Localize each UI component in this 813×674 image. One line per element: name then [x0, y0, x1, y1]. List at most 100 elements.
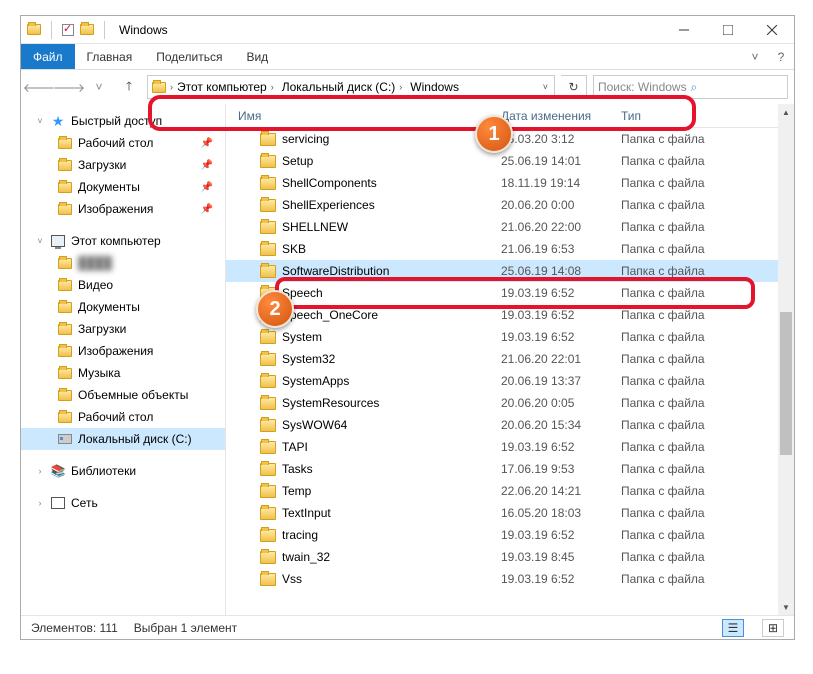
scroll-up-icon[interactable]: ▲	[778, 104, 794, 120]
details-view-button[interactable]: ☰	[722, 619, 744, 637]
file-date: 19.03.19 6:52	[501, 286, 621, 300]
sidebar-network[interactable]: › Сеть	[21, 492, 225, 514]
expand-caret-icon[interactable]: ˅	[35, 116, 45, 126]
file-name: SysWOW64	[282, 418, 347, 432]
breadcrumb-item[interactable]: Этот компьютер ›	[173, 76, 278, 98]
chevron-down-icon[interactable]: ˅	[537, 82, 554, 92]
forward-button[interactable]: 🡒	[57, 75, 81, 99]
file-date: 19.03.19 6:52	[501, 572, 621, 586]
file-row[interactable]: System3221.06.20 22:01Папка с файла	[226, 348, 794, 370]
sidebar-libraries[interactable]: › 📚 Библиотеки	[21, 460, 225, 482]
sidebar-item[interactable]: ████	[21, 252, 225, 274]
expand-caret-icon[interactable]: ›	[35, 466, 45, 476]
address-bar[interactable]: › Этот компьютер › Локальный диск (C:)› W…	[147, 75, 555, 99]
file-row[interactable]: Temp22.06.20 14:21Папка с файла	[226, 480, 794, 502]
navigation-pane[interactable]: ˅ ★ Быстрый доступ Рабочий стол📌Загрузки…	[21, 104, 226, 615]
file-row[interactable]: SKB21.06.19 6:53Папка с файла	[226, 238, 794, 260]
recent-dropdown-icon[interactable]: ˅	[87, 75, 111, 99]
expand-caret-icon[interactable]: ˅	[35, 236, 45, 246]
sidebar-item[interactable]: Видео	[21, 274, 225, 296]
close-button[interactable]	[750, 16, 794, 44]
file-row[interactable]: TextInput16.05.20 18:03Папка с файла	[226, 502, 794, 524]
sidebar-item[interactable]: Изображения	[21, 340, 225, 362]
file-row[interactable]: SoftwareDistribution25.06.19 14:08Папка …	[226, 260, 794, 282]
sidebar-item[interactable]: Объемные объекты	[21, 384, 225, 406]
file-row[interactable]: Speech_OneCore19.03.19 6:52Папка с файла	[226, 304, 794, 326]
minimize-button[interactable]	[662, 16, 706, 44]
folder-icon	[260, 419, 276, 432]
file-row[interactable]: twain_3219.03.19 8:45Папка с файла	[226, 546, 794, 568]
file-row[interactable]: Setup25.06.19 14:01Папка с файла	[226, 150, 794, 172]
breadcrumb-item[interactable]: Windows	[406, 76, 463, 98]
file-list[interactable]: servicing15.03.20 3:12Папка с файлаSetup…	[226, 128, 794, 615]
expand-caret-icon[interactable]: ›	[35, 498, 45, 508]
new-folder-icon[interactable]	[80, 24, 94, 35]
breadcrumb-label: Локальный диск (C:)	[282, 80, 396, 94]
sidebar-item[interactable]: Рабочий стол	[21, 406, 225, 428]
folder-icon	[260, 463, 276, 476]
file-row[interactable]: SystemApps20.06.19 13:37Папка с файла	[226, 370, 794, 392]
folder-icon	[27, 24, 41, 35]
scroll-thumb[interactable]	[780, 312, 792, 456]
chevron-right-icon[interactable]: ›	[271, 82, 274, 92]
file-list-pane: Имя Дата изменения Тип servicing15.03.20…	[226, 104, 794, 615]
file-row[interactable]: SHELLNEW21.06.20 22:00Папка с файла	[226, 216, 794, 238]
scroll-down-icon[interactable]: ▼	[778, 599, 794, 615]
file-row[interactable]: SysWOW6420.06.20 15:34Папка с файла	[226, 414, 794, 436]
tab-share[interactable]: Поделиться	[144, 44, 234, 69]
breadcrumb-item[interactable]: Локальный диск (C:)›	[278, 76, 407, 98]
scroll-track[interactable]	[778, 120, 794, 599]
file-type: Папка с файла	[621, 330, 794, 344]
sidebar-item-label: Видео	[78, 278, 113, 292]
ribbon-expand-icon[interactable]: ˅	[742, 44, 768, 69]
file-name: Setup	[282, 154, 313, 168]
file-row[interactable]: Speech19.03.19 6:52Папка с файла	[226, 282, 794, 304]
sidebar-item[interactable]: Изображения📌	[21, 198, 225, 220]
file-row[interactable]: TAPI19.03.19 6:52Папка с файла	[226, 436, 794, 458]
breadcrumb-label: Этот компьютер	[177, 80, 267, 94]
back-button[interactable]: 🡐	[27, 75, 51, 99]
search-input[interactable]: Поиск: Windows ⌕	[593, 75, 788, 99]
tab-view[interactable]: Вид	[234, 44, 280, 69]
sidebar-this-pc[interactable]: ˅ Этот компьютер	[21, 230, 225, 252]
file-row[interactable]: ShellExperiences20.06.20 0:00Папка с фай…	[226, 194, 794, 216]
navigation-bar: 🡐 🡒 ˅ 🡑 › Этот компьютер › Локальный диск…	[21, 70, 794, 104]
folder-icon	[260, 155, 276, 168]
file-row[interactable]: Tasks17.06.19 9:53Папка с файла	[226, 458, 794, 480]
breadcrumb-label: Windows	[410, 80, 459, 94]
file-row[interactable]: tracing19.03.19 6:52Папка с файла	[226, 524, 794, 546]
column-header-name[interactable]: Имя	[226, 109, 501, 123]
file-row[interactable]: Vss19.03.19 6:52Папка с файла	[226, 568, 794, 590]
sidebar-item[interactable]: Музыка	[21, 362, 225, 384]
sidebar-item[interactable]: Документы	[21, 296, 225, 318]
sidebar-item[interactable]: Загрузки📌	[21, 154, 225, 176]
titlebar: Windows	[21, 16, 794, 44]
sidebar-quick-access[interactable]: ˅ ★ Быстрый доступ	[21, 110, 225, 132]
file-row[interactable]: SystemResources20.06.20 0:05Папка с файл…	[226, 392, 794, 414]
chevron-right-icon[interactable]: ›	[399, 82, 402, 92]
file-date: 20.06.20 0:00	[501, 198, 621, 212]
icons-view-button[interactable]: ⊞	[762, 619, 784, 637]
help-icon[interactable]: ?	[768, 44, 794, 69]
file-row[interactable]: System19.03.19 6:52Папка с файла	[226, 326, 794, 348]
search-placeholder: Поиск: Windows	[598, 80, 691, 94]
sidebar-item[interactable]: Рабочий стол📌	[21, 132, 225, 154]
tab-file[interactable]: Файл	[21, 44, 75, 69]
file-row[interactable]: ShellComponents18.11.19 19:14Папка с фай…	[226, 172, 794, 194]
maximize-button[interactable]	[706, 16, 750, 44]
tab-home[interactable]: Главная	[75, 44, 145, 69]
file-type: Папка с файла	[621, 528, 794, 542]
vertical-scrollbar[interactable]: ▲ ▼	[778, 104, 794, 615]
file-date: 19.03.19 6:52	[501, 330, 621, 344]
column-header-date[interactable]: Дата изменения	[501, 109, 621, 123]
properties-icon[interactable]	[62, 24, 74, 36]
file-name: TextInput	[282, 506, 331, 520]
up-button[interactable]: 🡑	[117, 75, 141, 99]
column-header-type[interactable]: Тип	[621, 109, 794, 123]
sidebar-item[interactable]: Локальный диск (C:)	[21, 428, 225, 450]
sidebar-item[interactable]: Документы📌	[21, 176, 225, 198]
ribbon-tabs: Файл Главная Поделиться Вид ˅ ?	[21, 44, 794, 70]
sidebar-item[interactable]: Загрузки	[21, 318, 225, 340]
file-type: Папка с файла	[621, 220, 794, 234]
refresh-button[interactable]: ↻	[561, 75, 587, 99]
